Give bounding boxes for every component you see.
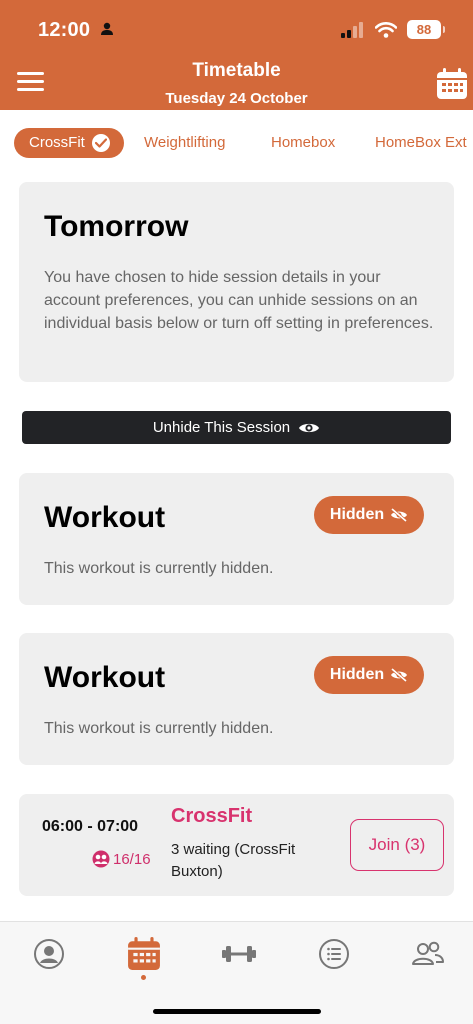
- status-icons: 88: [341, 20, 445, 39]
- notice-card: Tomorrow You have chosen to hide session…: [19, 182, 454, 382]
- page-title: Timetable: [192, 60, 281, 81]
- profile-tab[interactable]: [31, 936, 67, 972]
- battery-icon: 88: [407, 20, 445, 39]
- eye-slash-icon: [391, 508, 408, 522]
- hidden-badge-label: Hidden: [329, 506, 385, 523]
- session-waiting: 3 waiting (CrossFit Buxton): [171, 841, 296, 880]
- dumbbell-icon: [222, 946, 256, 962]
- timetable-tab[interactable]: [126, 936, 162, 972]
- tab-homebox[interactable]: Homebox: [271, 128, 335, 158]
- status-time: 12:00: [38, 19, 91, 41]
- workout-title: Workout: [44, 501, 166, 534]
- eye-icon: [299, 423, 320, 432]
- session-capacity: 16/16: [92, 850, 151, 868]
- hidden-badge-label: Hidden: [329, 666, 385, 683]
- group-icon: [92, 850, 110, 868]
- session-card[interactable]: 06:00 - 07:00 16/16 CrossFit 3 waiting (…: [19, 794, 454, 896]
- tab-crossfit[interactable]: CrossFit: [14, 128, 124, 158]
- workout-card: Workout Hidden This workout is currently…: [19, 633, 454, 765]
- notice-text: You have chosen to hide session details …: [44, 269, 434, 332]
- eye-slash-icon: [391, 668, 408, 682]
- people-icon: [412, 941, 444, 965]
- tab-label: CrossFit: [29, 134, 85, 151]
- person-status-icon: [101, 22, 113, 35]
- capacity-value: 16/16: [113, 850, 151, 868]
- people-tab[interactable]: [410, 936, 446, 972]
- workouts-tab[interactable]: [221, 936, 257, 972]
- page-date: Tuesday 24 October: [165, 90, 308, 107]
- workout-text: This workout is currently hidden.: [44, 720, 274, 737]
- notice-title: Tomorrow: [44, 210, 189, 243]
- category-tabs: CrossFit Weightlifting Homebox HomeBox E…: [0, 110, 473, 172]
- tab-weightlifting[interactable]: Weightlifting: [144, 128, 225, 158]
- unhide-label: Unhide This Session: [152, 419, 291, 436]
- active-tab-indicator: [141, 975, 146, 980]
- list-tab[interactable]: [316, 936, 352, 972]
- calendar-icon: [128, 937, 160, 970]
- workout-card: Workout Hidden This workout is currently…: [19, 473, 454, 605]
- hidden-badge[interactable]: Hidden: [314, 656, 424, 694]
- session-name: CrossFit: [171, 805, 253, 827]
- tab-homebox-ext[interactable]: HomeBox Ext: [375, 128, 467, 158]
- app-header: 12:00 88 Timetable Tuesday 24 October: [0, 0, 473, 110]
- calendar-icon[interactable]: [436, 68, 468, 100]
- unhide-session-button[interactable]: Unhide This Session: [22, 411, 451, 444]
- session-time: 06:00 - 07:00: [42, 818, 139, 835]
- wifi-icon: [375, 21, 397, 38]
- hidden-badge[interactable]: Hidden: [314, 496, 424, 534]
- profile-icon: [34, 939, 64, 969]
- workout-text: This workout is currently hidden.: [44, 560, 274, 577]
- home-indicator: [153, 1009, 321, 1014]
- check-icon: [91, 134, 110, 152]
- signal-icon: [341, 21, 363, 38]
- list-icon: [319, 939, 349, 969]
- join-button[interactable]: Join (3): [350, 819, 444, 871]
- workout-title: Workout: [44, 661, 166, 694]
